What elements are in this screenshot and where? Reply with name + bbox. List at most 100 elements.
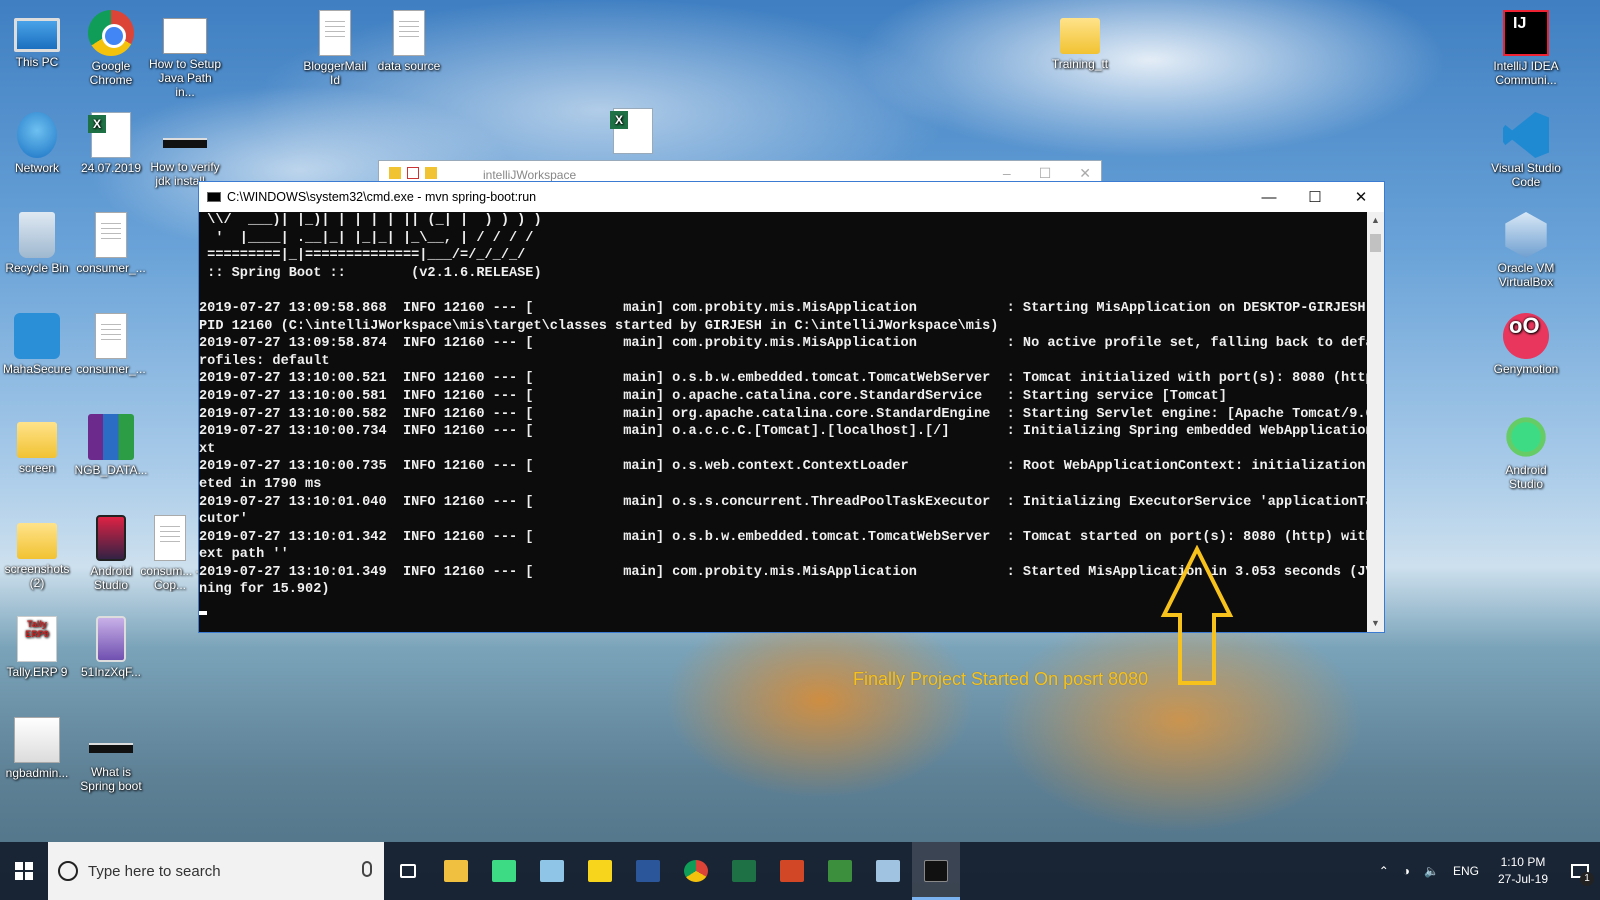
cortana-icon <box>58 861 78 881</box>
minimize-button[interactable]: — <box>1246 182 1292 212</box>
close-icon[interactable]: ✕ <box>1079 165 1091 182</box>
desktop-icon-what-is-spring[interactable]: What is Spring boot <box>74 717 148 793</box>
console-line: 2019-07-27 13:09:58.868 INFO 12160 --- [… <box>199 300 1367 316</box>
command-prompt-icon <box>924 860 948 882</box>
folder-icon <box>17 422 57 458</box>
desktop-icon-bloggermail[interactable]: BloggerMail Id <box>298 10 372 87</box>
minimize-icon: — <box>1261 188 1277 206</box>
desktop-icon-consumer-1[interactable]: consumer_... <box>74 212 148 275</box>
taskbar-app-excel-file[interactable] <box>816 842 864 900</box>
console-cursor <box>199 611 207 616</box>
volume-icon[interactable]: 🔈 <box>1424 864 1439 878</box>
desktop-icon-tally[interactable]: Tally.ERP 9 <box>0 616 74 679</box>
maximize-button[interactable]: ☐ <box>1292 182 1338 212</box>
desktop-icon-consumer-2[interactable]: consumer_... <box>74 313 148 376</box>
clock-time: 1:10 PM <box>1500 855 1546 869</box>
word-icon <box>636 860 660 882</box>
annotation-text: Finally Project Started On posrt 8080 <box>853 669 1149 689</box>
wifi-icon[interactable]: ◑ <box>1403 864 1410 878</box>
taskbar-search-box[interactable]: Type here to search <box>48 842 384 900</box>
desktop-icon-network[interactable]: Network <box>0 112 74 175</box>
desktop-icon-screen[interactable]: screen <box>0 414 74 475</box>
desktop-icon-ngbadmin[interactable]: ngbadmin... <box>0 717 74 780</box>
explorer-window-controls: – ☐ ✕ <box>1003 165 1091 182</box>
text-file-icon <box>95 313 127 359</box>
genymotion-icon <box>1503 313 1549 359</box>
desktop-icon-recycle-bin[interactable]: Recycle Bin <box>0 212 74 275</box>
desktop-icon-training[interactable]: Training_tt <box>1043 10 1117 71</box>
cmd-window-controls: — ☐ ✕ <box>1246 182 1384 212</box>
desktop-icon-mahasecure[interactable]: MahaSecure <box>0 313 74 376</box>
console-line: 2019-07-27 13:10:01.342 INFO 12160 --- [… <box>199 529 1367 545</box>
console-line: 2019-07-27 13:10:00.735 INFO 12160 --- [… <box>199 459 1367 475</box>
search-placeholder: Type here to search <box>88 862 221 880</box>
language-indicator[interactable]: ENG <box>1453 864 1479 878</box>
desktop-icon-virtualbox[interactable]: Oracle VM VirtualBox <box>1489 212 1563 289</box>
console-line: 2019-07-27 13:10:00.521 INFO 12160 --- [… <box>199 371 1367 387</box>
scroll-up-arrow-icon[interactable]: ▲ <box>1367 212 1384 229</box>
desktop-icon-verify-jdk[interactable]: How to verify jdk install... <box>148 112 222 188</box>
desktop-icon-google-chrome[interactable]: Google Chrome <box>74 10 148 87</box>
taskbar-app-chrome[interactable] <box>672 842 720 900</box>
desktop-icon-excel-date[interactable]: 24.07.2019 <box>74 112 148 175</box>
taskbar-app-file-explorer[interactable] <box>432 842 480 900</box>
console-scrollbar[interactable]: ▲ ▼ <box>1367 212 1384 632</box>
file-explorer-icon <box>444 860 468 882</box>
powerpoint-viewer-icon <box>780 860 804 882</box>
desktop-icon-screenshots[interactable]: screenshots (2) <box>0 515 74 590</box>
desktop-icon-intellij[interactable]: IntelliJ IDEA Communi... <box>1489 10 1563 87</box>
desktop-icon-android-studio-img[interactable]: Android Studio <box>74 515 148 592</box>
console-line: =========|_|==============|___/=/_/_/_/ <box>199 248 526 264</box>
maximize-icon: ☐ <box>1308 189 1322 206</box>
text-file-icon <box>393 10 425 56</box>
desktop-icon-android-studio[interactable]: Android Studio <box>1489 414 1563 491</box>
desktop-icon-data-source[interactable]: data source <box>372 10 446 73</box>
lock-app-icon <box>14 313 60 359</box>
properties-icon <box>407 167 419 179</box>
microphone-icon[interactable] <box>362 861 372 877</box>
taskbar-app-task-view[interactable] <box>384 842 432 900</box>
system-tray: ⌃ ◑ 🔈 ENG 1:10 PM 27-Jul-19 1 <box>1372 842 1600 900</box>
desktop-icon-consumer-copy[interactable]: consum... - Cop... <box>140 515 200 592</box>
text-file-icon <box>319 10 351 56</box>
android-studio-icon <box>1503 414 1549 460</box>
console-line: eted in 1790 ms <box>199 476 322 492</box>
start-button[interactable] <box>0 842 48 900</box>
scroll-down-arrow-icon[interactable]: ▼ <box>1367 615 1384 632</box>
console-line: 2019-07-27 13:10:01.040 INFO 12160 --- [… <box>199 494 1367 510</box>
taskbar-app-sticky-notes[interactable] <box>576 842 624 900</box>
taskbar-app-paint-app[interactable] <box>864 842 912 900</box>
taskbar-app-powerpoint-viewer[interactable] <box>768 842 816 900</box>
desktop-icon-this-pc[interactable]: This PC <box>0 10 74 69</box>
excel-file-icon <box>88 112 131 158</box>
cmd-titlebar[interactable]: C:\WINDOWS\system32\cmd.exe - mvn spring… <box>199 182 1384 212</box>
computer-icon <box>14 18 60 52</box>
desktop-icon-java-path[interactable]: How to Setup Java Path in... <box>148 10 222 99</box>
minimize-icon[interactable]: – <box>1003 165 1011 182</box>
text-file-icon <box>95 212 127 258</box>
maximize-icon[interactable]: ☐ <box>1039 165 1052 182</box>
taskbar-app-command-prompt[interactable] <box>912 842 960 900</box>
chevron-up-icon[interactable]: ⌃ <box>1379 864 1389 878</box>
taskbar-app-excel[interactable] <box>720 842 768 900</box>
desktop-icon-excel-file[interactable] <box>596 108 670 157</box>
action-center-button[interactable]: 1 <box>1560 842 1600 900</box>
intellij-icon <box>1503 10 1549 56</box>
taskbar-clock[interactable]: 1:10 PM 27-Jul-19 <box>1498 854 1548 888</box>
desktop-icon-51inz[interactable]: 51InzXqF... <box>74 616 148 679</box>
console-line: cutor' <box>199 512 248 528</box>
taskbar-app-notes-app[interactable] <box>528 842 576 900</box>
clock-date: 27-Jul-19 <box>1497 872 1548 886</box>
taskbar-app-word[interactable] <box>624 842 672 900</box>
close-button[interactable]: ✕ <box>1338 182 1384 212</box>
desktop-icon-ngb-data[interactable]: NGB_DATA... <box>74 414 148 477</box>
taskbar-app-android-studio[interactable] <box>480 842 528 900</box>
cmd-app-icon[interactable] <box>207 192 221 202</box>
scroll-thumb[interactable] <box>1370 234 1381 252</box>
console-line: 2019-07-27 13:10:00.582 INFO 12160 --- [… <box>199 406 1367 422</box>
phone-image-icon <box>96 515 126 561</box>
desktop-icon-vscode[interactable]: Visual Studio Code <box>1489 112 1563 189</box>
chrome-icon <box>684 860 708 882</box>
desktop-icon-genymotion[interactable]: Genymotion <box>1489 313 1563 376</box>
chrome-icon <box>88 10 134 56</box>
